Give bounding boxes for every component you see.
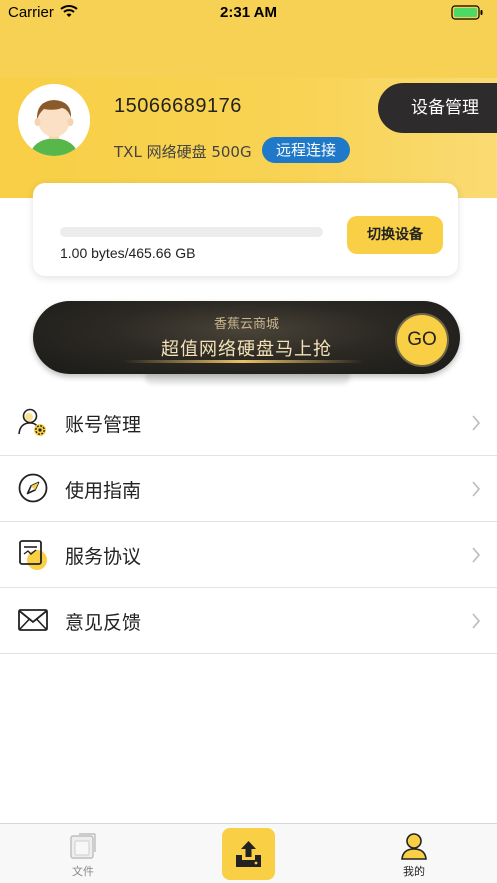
tab-bar: 文件 我的 <box>0 823 497 883</box>
tab-mine[interactable]: 我的 <box>386 830 442 880</box>
menu-item-feedback[interactable]: 意见反馈 <box>0 588 497 654</box>
document-icon <box>19 540 47 570</box>
storage-usage-text: 1.00 bytes/465.66 GB <box>60 245 196 261</box>
top-band <box>0 26 497 78</box>
tab-mine-label: 我的 <box>403 865 425 878</box>
device-manage-button[interactable]: 设备管理 <box>378 83 497 133</box>
upload-icon <box>236 841 261 867</box>
storage-card: 1.00 bytes/465.66 GB 切换设备 <box>33 183 458 276</box>
tab-files-label: 文件 <box>72 865 94 878</box>
menu-label-agreement: 服务协议 <box>65 546 142 568</box>
chevron-right-icon <box>472 481 481 497</box>
battery-icon <box>451 5 483 20</box>
compass-icon <box>18 473 48 503</box>
promo-subtitle: 香蕉云商城 <box>213 317 279 332</box>
folder-icon <box>70 833 96 859</box>
remote-connection-badge[interactable]: 远程连接 <box>262 137 350 163</box>
tab-files[interactable]: 文件 <box>55 830 111 880</box>
device-name: TXL 网络硬盘 500G <box>114 143 252 161</box>
avatar[interactable] <box>18 84 90 156</box>
upload-button[interactable] <box>222 828 275 880</box>
status-bar: Carrier 2:31 AM <box>0 0 497 26</box>
switch-device-button[interactable]: 切换设备 <box>347 216 443 254</box>
promo-title: 超值网络硬盘马上抢 <box>161 339 332 360</box>
menu-item-agreement[interactable]: 服务协议 <box>0 522 497 588</box>
menu-label-guide: 使用指南 <box>65 480 142 502</box>
account-settings-icon <box>18 408 46 436</box>
chevron-right-icon <box>472 613 481 629</box>
settings-menu: 账号管理 使用指南 服务协议 意见反馈 <box>0 390 497 654</box>
promo-glow <box>123 360 363 363</box>
menu-item-account[interactable]: 账号管理 <box>0 390 497 456</box>
chevron-right-icon <box>472 415 481 431</box>
go-button[interactable]: GO <box>397 315 447 365</box>
user-icon <box>401 833 427 860</box>
avatar-illustration-icon <box>18 84 90 156</box>
mail-icon <box>18 609 48 631</box>
phone-number: 15066689176 <box>114 95 242 117</box>
status-time: 2:31 AM <box>220 4 277 21</box>
menu-label-account: 账号管理 <box>65 414 142 436</box>
promo-banner[interactable]: 香蕉云商城 超值网络硬盘马上抢 GO <box>33 301 460 374</box>
chevron-right-icon <box>472 547 481 563</box>
storage-progress-bar <box>60 227 323 237</box>
menu-label-feedback: 意见反馈 <box>65 612 142 634</box>
menu-item-guide[interactable]: 使用指南 <box>0 456 497 522</box>
